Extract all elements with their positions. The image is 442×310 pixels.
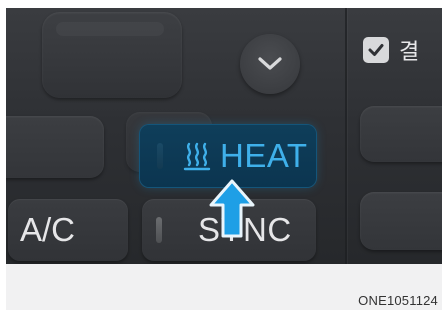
control-knob[interactable] <box>42 12 182 98</box>
sync-indicator-light <box>156 217 162 243</box>
up-arrow-pointer-icon <box>209 179 255 238</box>
heat-waves-icon <box>183 142 211 171</box>
heat-button-label: HEAT <box>220 137 308 174</box>
panel-button-left[interactable] <box>6 116 104 178</box>
climate-control-panel: 결 HEAT A/C SYNC <box>6 8 442 264</box>
checkmark-icon <box>368 44 384 56</box>
option-checkbox[interactable] <box>363 37 389 63</box>
chevron-down-icon <box>258 57 282 70</box>
panel-button-right-bottom[interactable] <box>360 192 442 250</box>
checkbox-label: 결 <box>399 40 420 65</box>
dropdown-button[interactable] <box>240 34 300 94</box>
heat-indicator-light <box>157 143 163 169</box>
screenshot-frame: 결 HEAT A/C SYNC ONE1051124 <box>0 0 442 310</box>
panel-divider <box>345 8 347 264</box>
caption-bar: ONE1051124 <box>6 264 442 310</box>
panel-button-right-top[interactable] <box>360 106 442 162</box>
ac-button-label: A/C <box>20 211 76 248</box>
ac-button[interactable]: A/C <box>8 199 128 261</box>
option-checkbox-row[interactable]: 결 <box>363 34 419 66</box>
image-code: ONE1051124 <box>358 293 438 308</box>
